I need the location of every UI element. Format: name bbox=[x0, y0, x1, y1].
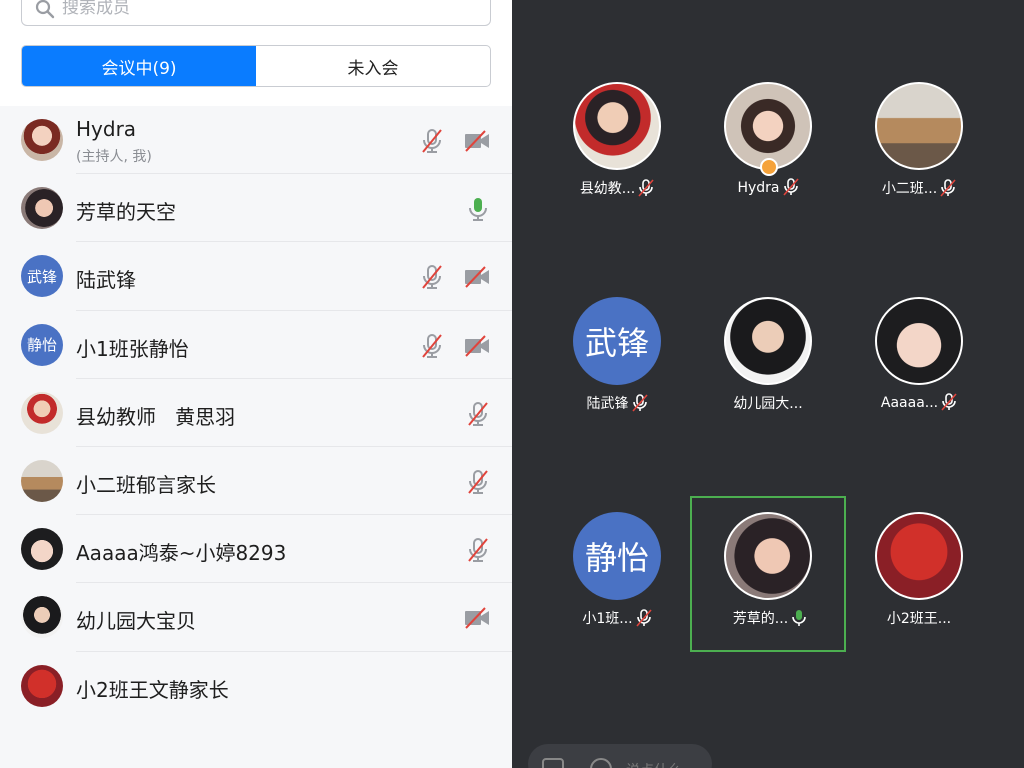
tab-in-meeting[interactable]: 会议中(9) bbox=[22, 46, 256, 86]
mic-muted-icon bbox=[638, 179, 654, 197]
avatar bbox=[21, 459, 63, 502]
mic-on-icon bbox=[792, 610, 806, 626]
mic-muted-icon[interactable] bbox=[418, 263, 446, 291]
mic-muted-icon bbox=[940, 179, 956, 197]
member-name: Hydra bbox=[76, 117, 137, 141]
camera-off-icon[interactable] bbox=[463, 332, 491, 360]
avatar bbox=[21, 187, 63, 230]
video-tile[interactable]: 静怡 小1班... bbox=[539, 488, 695, 644]
avatar bbox=[875, 512, 963, 600]
camera-off-icon[interactable] bbox=[463, 263, 491, 291]
avatar bbox=[21, 391, 63, 434]
member-name: 县幼教师 黄思羽 bbox=[76, 404, 236, 429]
video-tile[interactable]: 小二班... bbox=[841, 58, 997, 214]
member-name: 芳草的天空 bbox=[76, 200, 176, 225]
camera-off-icon[interactable] bbox=[463, 604, 491, 632]
tile-label: Hydra bbox=[690, 178, 846, 196]
member-name: 陆武锋 bbox=[76, 268, 136, 293]
list-icon[interactable] bbox=[542, 758, 564, 768]
mic-muted-icon bbox=[782, 178, 799, 196]
member-list-header: 会议中(9) 未入会 bbox=[0, 0, 512, 106]
search-input[interactable] bbox=[62, 0, 462, 21]
member-role: (主持人, 我) bbox=[76, 149, 152, 165]
list-item[interactable]: 静怡 小1班张静怡 bbox=[0, 311, 512, 379]
video-grid-panel: 县幼教... Hydra 小二班... 武锋 陆武锋 幼儿园大... Aaaaa… bbox=[512, 0, 1024, 768]
video-tile[interactable]: 武锋 陆武锋 bbox=[539, 273, 695, 429]
tile-label: 县幼教... bbox=[539, 178, 695, 198]
host-badge-icon bbox=[760, 158, 778, 176]
mic-muted-icon bbox=[636, 609, 652, 627]
member-name: 小2班王文静家长 bbox=[76, 677, 229, 702]
mic-muted-icon bbox=[631, 394, 648, 412]
tile-label: 幼儿园大... bbox=[733, 396, 803, 412]
member-list-panel: 会议中(9) 未入会 Hydra (主持人, 我) bbox=[0, 0, 512, 768]
avatar bbox=[875, 297, 963, 385]
video-tile[interactable]: 幼儿园大... bbox=[690, 273, 846, 429]
tab-not-joined[interactable]: 未入会 bbox=[256, 46, 490, 86]
avatar: 静怡 bbox=[21, 323, 63, 366]
tile-label: 芳草的... bbox=[692, 608, 848, 628]
avatar bbox=[21, 528, 63, 571]
tile-label: 小二班... bbox=[841, 178, 997, 198]
list-item[interactable]: 芳草的天空 bbox=[0, 174, 512, 243]
member-name: 幼儿园大宝贝 bbox=[76, 609, 196, 634]
emoji-icon[interactable] bbox=[590, 758, 612, 768]
member-tabs: 会议中(9) 未入会 bbox=[21, 45, 491, 87]
mic-muted-icon[interactable] bbox=[418, 332, 446, 360]
avatar bbox=[21, 596, 63, 639]
camera-off-icon[interactable] bbox=[463, 127, 491, 155]
list-item[interactable]: 小2班王文静家长 bbox=[0, 652, 512, 720]
list-item[interactable]: 幼儿园大宝贝 bbox=[0, 583, 512, 652]
video-tile[interactable]: 县幼教... bbox=[539, 58, 695, 214]
tile-label: 小1班... bbox=[539, 608, 695, 628]
avatar bbox=[573, 82, 661, 170]
tile-label: 陆武锋 bbox=[539, 393, 695, 413]
mic-muted-icon[interactable] bbox=[464, 536, 492, 564]
avatar: 静怡 bbox=[573, 512, 661, 600]
member-name: 小二班郁言家长 bbox=[76, 472, 216, 497]
mic-muted-icon[interactable] bbox=[464, 400, 492, 428]
avatar bbox=[724, 297, 812, 385]
member-name: Aaaaa鸿泰~小婷8293 bbox=[76, 541, 287, 566]
list-item[interactable]: Aaaaa鸿泰~小婷8293 bbox=[0, 515, 512, 584]
avatar: 武锋 bbox=[21, 255, 63, 298]
mic-muted-icon bbox=[941, 393, 957, 411]
list-item[interactable]: 小二班郁言家长 bbox=[0, 447, 512, 516]
video-tile[interactable]: Aaaaa... bbox=[841, 273, 997, 429]
avatar bbox=[724, 512, 812, 600]
member-list: Hydra (主持人, 我) 芳草的天空 武锋 陆武锋 静怡 小1班张静怡 县幼… bbox=[0, 106, 512, 720]
list-item[interactable]: 武锋 陆武锋 bbox=[0, 242, 512, 311]
mic-on-icon[interactable] bbox=[464, 195, 492, 223]
tile-label: 小2班王... bbox=[886, 611, 952, 627]
video-tile[interactable]: Hydra bbox=[690, 58, 846, 214]
mic-muted-icon[interactable] bbox=[418, 127, 446, 155]
avatar bbox=[21, 119, 63, 161]
avatar bbox=[724, 82, 812, 170]
tile-label: Aaaaa... bbox=[841, 393, 997, 411]
search-icon bbox=[35, 0, 55, 19]
list-item[interactable]: 县幼教师 黄思羽 bbox=[0, 379, 512, 448]
chat-placeholder: 说点什么 bbox=[626, 760, 682, 768]
member-name: 小1班张静怡 bbox=[76, 336, 189, 361]
video-tile-speaking[interactable]: 芳草的... bbox=[690, 496, 846, 652]
avatar bbox=[21, 664, 63, 707]
avatar: 武锋 bbox=[573, 297, 661, 385]
list-item[interactable]: Hydra (主持人, 我) bbox=[0, 106, 512, 175]
mic-muted-icon[interactable] bbox=[464, 468, 492, 496]
chat-input-bar[interactable]: 说点什么 bbox=[528, 744, 712, 768]
video-tile[interactable]: 小2班王... bbox=[841, 488, 997, 644]
avatar bbox=[875, 82, 963, 170]
search-box[interactable] bbox=[21, 0, 491, 26]
